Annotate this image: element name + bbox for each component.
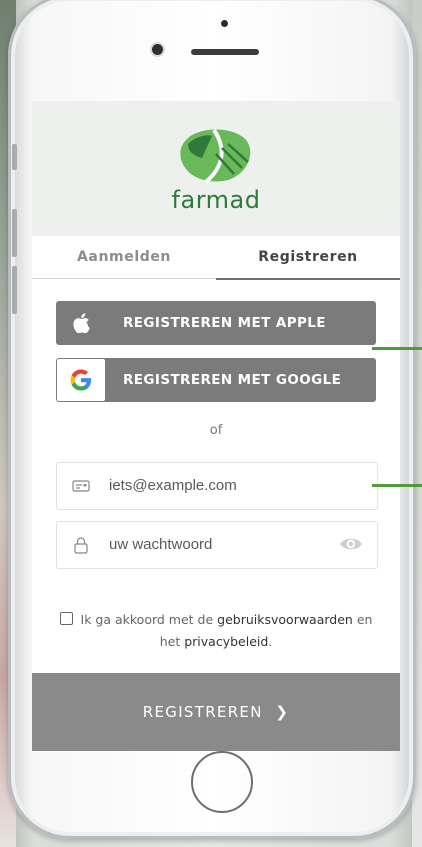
password-field[interactable] xyxy=(56,521,378,569)
register-submit-button[interactable]: REGISTREREN ❯ xyxy=(32,673,400,751)
register-with-google-button[interactable]: REGISTREREN MET GOOGLE xyxy=(56,358,376,402)
volume-down-button xyxy=(12,266,17,314)
app-screen: farmad Aanmelden Registreren REGISTREREN… xyxy=(32,101,400,751)
apple-button-label: REGISTREREN MET APPLE xyxy=(123,315,326,331)
agreement-prefix: Ik ga akkoord met de xyxy=(80,612,214,627)
chevron-right-icon: ❯ xyxy=(268,703,290,721)
callout-line-social xyxy=(372,347,422,350)
agreement-line2-prefix: het xyxy=(159,634,181,649)
password-input[interactable] xyxy=(109,522,339,566)
agreement-suffix: . xyxy=(268,634,273,649)
terms-link[interactable]: gebruiksvoorwaarden xyxy=(217,612,353,627)
email-input[interactable] xyxy=(109,463,339,507)
agreement-conjunction: en xyxy=(356,612,373,627)
brand-name: farmad xyxy=(171,186,261,214)
google-button-label: REGISTREREN MET GOOGLE xyxy=(123,372,342,388)
mute-switch xyxy=(12,144,17,170)
privacy-link[interactable]: privacybeleid xyxy=(184,634,268,649)
lock-icon xyxy=(74,537,88,554)
home-button[interactable] xyxy=(191,751,253,813)
front-camera xyxy=(152,44,163,55)
volume-up-button xyxy=(12,209,17,257)
terms-agreement: Ik ga akkoord met de gebruiksvoorwaarden… xyxy=(32,609,400,653)
earpiece-speaker xyxy=(191,49,259,55)
farmad-leaf-logo xyxy=(180,128,251,184)
callout-line-email xyxy=(372,484,422,487)
auth-tabs: Aanmelden Registreren xyxy=(32,236,400,280)
email-field[interactable] xyxy=(56,462,378,510)
tab-aanmelden[interactable]: Aanmelden xyxy=(32,236,216,279)
submit-label: REGISTREREN xyxy=(142,703,263,721)
apple-icon xyxy=(56,301,106,345)
or-separator: of xyxy=(209,423,223,438)
email-card-icon xyxy=(72,480,90,492)
proximity-sensor xyxy=(221,20,228,27)
eye-icon[interactable] xyxy=(339,534,363,554)
tab-registreren[interactable]: Registreren xyxy=(216,236,400,280)
logo-header: farmad xyxy=(32,101,400,236)
google-icon xyxy=(57,359,105,401)
terms-checkbox[interactable] xyxy=(59,612,73,625)
register-with-apple-button[interactable]: REGISTREREN MET APPLE xyxy=(56,301,376,345)
